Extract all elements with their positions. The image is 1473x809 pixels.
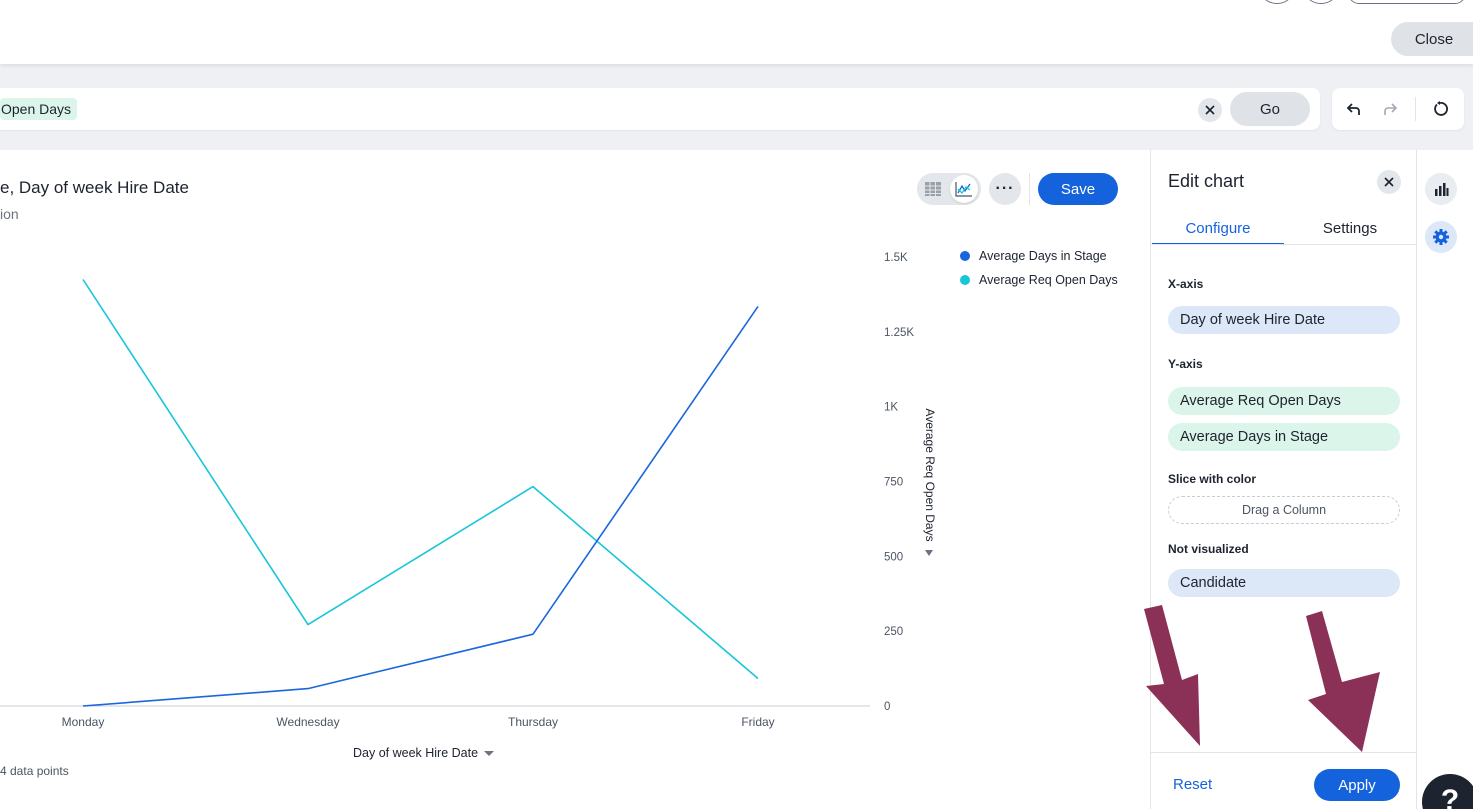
clear-search-button[interactable] [1198, 98, 1222, 122]
chart-title: e, Day of week Hire Date [0, 178, 189, 197]
y-axis-title: Average Req Open Days [923, 408, 937, 541]
reset-icon [1434, 101, 1448, 116]
more-options-button[interactable]: ··· [989, 173, 1021, 205]
line-chart-icon [955, 182, 972, 197]
view-toggle[interactable] [917, 173, 981, 205]
x-axis-title-label: Day of week Hire Date [353, 746, 479, 760]
search-bar[interactable]: Open Days Go [0, 88, 1320, 130]
top-circle-button-2[interactable] [1306, 0, 1336, 4]
y-tick-label: 750 [884, 477, 903, 489]
history-controls [1332, 88, 1464, 130]
chart-view-button[interactable] [950, 175, 978, 203]
line-chart: Monday Wednesday Thursday Friday 0 250 500 750 1… [0, 252, 937, 729]
series-line [82, 305, 759, 707]
chevron-down-icon [484, 750, 495, 756]
slice-drop-zone[interactable]: Drag a Column [1168, 496, 1400, 524]
not-visualized-chip[interactable]: Candidate [1168, 569, 1400, 597]
y-tick-label: 500 [884, 551, 903, 563]
edit-chart-title: Edit chart [1168, 171, 1245, 191]
apply-button[interactable]: Apply [1314, 769, 1400, 801]
y-axis-chip[interactable]: Average Req Open Days [1168, 387, 1400, 415]
slice-section-label: Slice with color [1168, 472, 1257, 486]
reset-button[interactable]: Reset [1173, 776, 1212, 793]
go-button[interactable]: Go [1230, 92, 1310, 126]
not-visualized-section-label: Not visualized [1168, 542, 1249, 556]
top-pill-button[interactable] [1348, 0, 1466, 4]
table-view-button[interactable] [921, 177, 945, 201]
x-tick-label: Monday [62, 715, 105, 729]
close-icon [1205, 105, 1215, 115]
x-tick-label: Thursday [508, 715, 558, 729]
chart-type-button[interactable] [1425, 173, 1457, 205]
history-separator [1415, 97, 1416, 121]
x-axis-chip[interactable]: Day of week Hire Date [1168, 306, 1400, 334]
edit-chart-settings-button[interactable] [1425, 221, 1457, 253]
legend-label: Average Days in Stage [979, 249, 1107, 263]
close-icon [1384, 177, 1394, 187]
annotation-arrow-icon-2 [1306, 611, 1380, 752]
gear-icon [1433, 229, 1449, 245]
x-axis-section-label: X-axis [1168, 277, 1204, 291]
annotation-arrow-icon [1144, 605, 1200, 746]
legend-dot-icon [960, 275, 970, 285]
tab-settings[interactable]: Settings [1284, 220, 1416, 246]
tab-divider [1151, 244, 1417, 245]
undo-button[interactable] [1342, 97, 1366, 121]
tab-configure[interactable]: Configure [1152, 220, 1284, 245]
close-button[interactable]: Close [1391, 22, 1473, 56]
y-axis-section-label: Y-axis [1168, 357, 1203, 371]
top-bar: Close [0, 0, 1473, 64]
y-axis-caret-icon [925, 550, 933, 556]
y-tick-label: 1K [884, 402, 898, 414]
chart-subtitle: ion [0, 206, 19, 222]
close-edit-panel-button[interactable] [1377, 170, 1401, 194]
y-tick-label: 1.25K [884, 327, 914, 339]
legend-item-days-in-stage[interactable]: Average Days in Stage [960, 244, 1118, 268]
x-tick-label: Wednesday [276, 715, 339, 729]
redo-button[interactable] [1378, 97, 1402, 121]
redo-icon [1384, 103, 1398, 115]
legend-dot-icon [960, 251, 970, 261]
data-points-count: 4 data points [0, 764, 69, 778]
top-circle-button[interactable] [1262, 0, 1292, 4]
right-rail [1416, 150, 1473, 809]
save-button[interactable]: Save [1038, 173, 1118, 205]
series-line [82, 279, 759, 680]
table-icon [925, 182, 941, 196]
x-tick-label: Friday [741, 715, 774, 729]
bar-chart-icon [1435, 183, 1449, 196]
legend-item-req-open-days[interactable]: Average Req Open Days [960, 268, 1118, 292]
y-tick-label: 0 [884, 701, 890, 713]
toolbar-separator [1029, 173, 1030, 205]
y-tick-label: 1.5K [884, 252, 908, 264]
reset-search-button[interactable] [1428, 97, 1452, 121]
legend-label: Average Req Open Days [979, 273, 1118, 287]
y-tick-label: 250 [884, 626, 903, 638]
undo-icon [1346, 103, 1360, 115]
chart-legend: Average Days in Stage Average Req Open D… [960, 244, 1118, 292]
y-axis-chip[interactable]: Average Days in Stage [1168, 423, 1400, 451]
x-axis-title[interactable]: Day of week Hire Date [353, 746, 495, 760]
search-token[interactable]: Open Days [0, 98, 78, 120]
